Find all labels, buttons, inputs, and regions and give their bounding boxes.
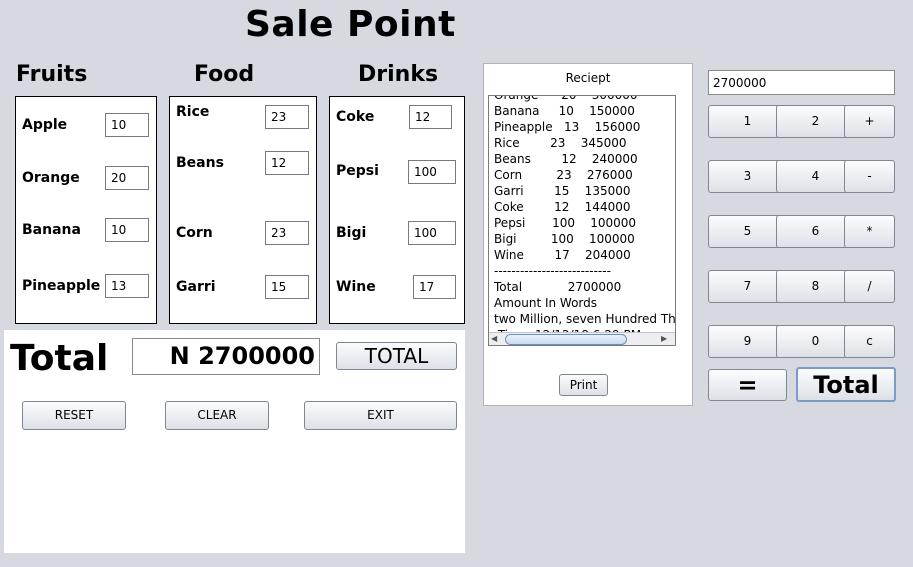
clear-button[interactable]: CLEAR (165, 401, 269, 430)
receipt-line: Bigi 100 100000 (494, 232, 635, 246)
garri-qty-input[interactable]: 15 (265, 275, 309, 299)
orange-qty-input[interactable]: 20 (105, 166, 149, 190)
bigi-qty-input[interactable]: 100 (408, 221, 456, 245)
total-amount-display: N 2700000 (132, 338, 320, 375)
pineapple-qty-input[interactable]: 13 (105, 274, 149, 298)
receipt-line: Beans 12 240000 (494, 152, 638, 166)
receipt-line: two Million, seven Hundred Thousand (494, 312, 676, 326)
receipt-horizontal-scrollbar[interactable]: ◀ ▶ (489, 332, 675, 345)
calc-key-multiply[interactable]: * (844, 215, 895, 248)
rice-qty-input[interactable]: 23 (265, 105, 309, 129)
calculator-display[interactable]: 2700000 (708, 70, 895, 95)
receipt-line: Amount In Words (494, 296, 598, 310)
wine-qty-input[interactable]: 17 (413, 275, 456, 299)
orange-label: Orange (22, 170, 80, 186)
food-title: Food (194, 62, 255, 87)
receipt-line: Pineapple 13 156000 (494, 120, 641, 134)
coke-label: Coke (336, 109, 375, 125)
receipt-line: Pepsi 100 100000 (494, 216, 637, 230)
calc-equals-button[interactable]: = (708, 369, 787, 401)
fruits-title: Fruits (16, 62, 88, 87)
print-button[interactable]: Print (559, 374, 608, 396)
pepsi-qty-input[interactable]: 100 (408, 160, 456, 184)
apple-qty-input[interactable]: 10 (105, 113, 149, 137)
receipt-line: Corn 23 276000 (494, 168, 633, 182)
pepsi-label: Pepsi (336, 163, 379, 179)
beans-label: Beans (176, 155, 224, 171)
calc-total-button[interactable]: Total (796, 367, 896, 402)
receipt-line: Rice 23 345000 (494, 136, 627, 150)
receipt-line: Banana 10 150000 (494, 104, 635, 118)
receipt-title: Reciept (565, 71, 611, 85)
total-button[interactable]: TOTAL (336, 342, 457, 370)
total-label: Total (10, 338, 109, 379)
receipt-textarea[interactable]: Orange 20 300000 Banana 10 150000 Pineap… (488, 95, 676, 346)
bigi-label: Bigi (336, 225, 367, 241)
beans-qty-input[interactable]: 12 (265, 151, 309, 175)
drinks-panel: Coke 12 Pepsi 100 Bigi 100 Wine 17 (329, 96, 465, 324)
receipt-line: Orange 20 300000 (494, 95, 638, 102)
scroll-right-icon[interactable]: ▶ (661, 334, 667, 343)
drinks-title: Drinks (358, 62, 439, 87)
pineapple-label: Pineapple (22, 278, 101, 294)
receipt-vertical-scrollbar[interactable]: ▲ ▼ (675, 96, 676, 346)
scroll-left-icon[interactable]: ◀ (491, 334, 497, 343)
receipt-line: Coke 12 144000 (494, 200, 631, 214)
food-panel: Rice 23 Beans 12 Corn 23 Garri 15 (169, 96, 317, 324)
banana-label: Banana (22, 222, 81, 238)
app-title: Sale Point (245, 4, 456, 45)
corn-label: Corn (176, 225, 213, 241)
garri-label: Garri (176, 279, 216, 295)
receipt-line: Total 2700000 (494, 280, 622, 294)
fruits-panel: Apple 10 Orange 20 Banana 10 Pineapple 1… (15, 96, 157, 324)
calc-key-divide[interactable]: / (844, 270, 895, 303)
calc-key-clear[interactable]: c (844, 325, 895, 358)
reset-button[interactable]: RESET (22, 401, 126, 430)
coke-qty-input[interactable]: 12 (409, 105, 452, 129)
receipt-line: --------------------------- (494, 264, 611, 278)
receipt-line: Wine 17 204000 (494, 248, 631, 262)
receipt-lines: Orange 20 300000 Banana 10 150000 Pineap… (489, 95, 676, 343)
receipt-line: Garri 15 135000 (494, 184, 631, 198)
banana-qty-input[interactable]: 10 (105, 218, 149, 242)
corn-qty-input[interactable]: 23 (265, 221, 309, 245)
wine-label: Wine (336, 279, 376, 295)
apple-label: Apple (22, 117, 68, 133)
calc-key-plus[interactable]: + (844, 105, 895, 138)
calc-key-minus[interactable]: - (844, 160, 895, 193)
rice-label: Rice (176, 104, 210, 120)
horizontal-scroll-thumb[interactable] (505, 334, 627, 345)
exit-button[interactable]: EXIT (304, 401, 457, 430)
